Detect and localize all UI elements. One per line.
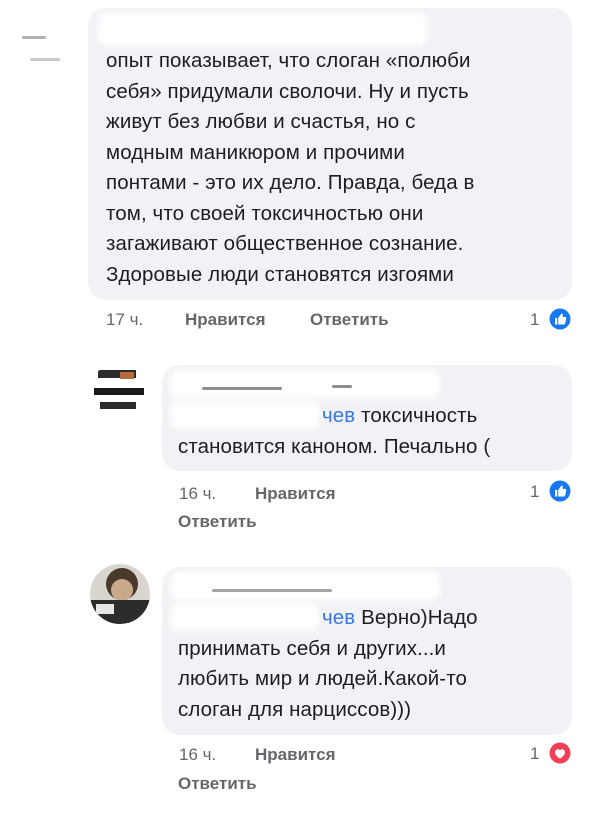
comment-bubble: опыт показывает, что слоган «полюби себя… xyxy=(88,8,572,300)
reply-line: Верно)Надо xyxy=(355,606,478,629)
reaction-count[interactable]: 1 xyxy=(530,744,539,764)
redaction-mark xyxy=(332,385,352,388)
comment-line: живут без любви и счастья, но с xyxy=(106,110,416,133)
reaction-count[interactable]: 1 xyxy=(530,482,539,502)
redacted-author-name xyxy=(170,571,440,601)
comment-line: загаживают общественное сознание. xyxy=(106,232,464,255)
redaction-mark xyxy=(202,387,282,390)
redaction-mark xyxy=(22,36,46,39)
comment-line: модным маникюром и прочими xyxy=(106,140,405,164)
reply-avatar[interactable] xyxy=(90,362,150,422)
redaction-mark xyxy=(30,58,60,61)
redaction-mark xyxy=(212,589,332,592)
reply-button[interactable]: Ответить xyxy=(178,774,257,794)
reply-bubble: чев токсичность становится каноном. Печа… xyxy=(162,365,572,471)
comment-line: опыт показывает, что слоган «полюби xyxy=(106,49,471,72)
like-button[interactable]: Нравится xyxy=(255,484,336,504)
reply-bubble: чев Верно)Надо принимать себя и других..… xyxy=(162,567,572,735)
comment-line: Здоровые люди становятся изгоями xyxy=(106,262,454,286)
comment-line: себя» придумали сволочи. Ну и пусть xyxy=(106,79,469,103)
reply-avatar[interactable] xyxy=(90,564,150,624)
like-button[interactable]: Нравится xyxy=(255,745,336,765)
reply-timestamp[interactable]: 16 ч. xyxy=(179,484,216,504)
like-reaction-icon[interactable] xyxy=(549,308,571,330)
like-button[interactable]: Нравится xyxy=(185,310,266,330)
reply-line: становится каноном. Печально ( xyxy=(178,434,491,458)
reply-line: слоган для нарциссов))) xyxy=(178,697,412,721)
mention-link[interactable]: чев xyxy=(322,606,355,629)
redacted-author-name xyxy=(170,369,440,399)
avatar-image xyxy=(90,362,150,422)
reply-line: любить мир и людей.Какой-то xyxy=(178,667,467,690)
reply-text: чев Верно)Надо принимать себя и других..… xyxy=(178,603,568,725)
redacted-author-avatar xyxy=(14,6,76,64)
mention-link[interactable]: чев xyxy=(322,404,355,427)
avatar-image xyxy=(90,564,150,624)
reply-button[interactable]: Ответить xyxy=(178,512,257,532)
reaction-count[interactable]: 1 xyxy=(530,310,539,330)
comment-line: том, что своей токсичностью они xyxy=(106,201,424,225)
comment-text: опыт показывает, что слоган «полюби себя… xyxy=(106,46,475,290)
love-reaction-icon[interactable] xyxy=(549,742,571,764)
comment-timestamp[interactable]: 17 ч. xyxy=(106,310,143,330)
reply-line: токсичность xyxy=(355,404,478,427)
reply-text: чев токсичность становится каноном. Печа… xyxy=(178,401,568,462)
reply-line: принимать себя и других...и xyxy=(178,636,446,660)
like-reaction-icon[interactable] xyxy=(549,480,571,502)
redacted-author-name xyxy=(98,12,428,46)
reply-button[interactable]: Ответить xyxy=(310,310,389,330)
reply-timestamp[interactable]: 16 ч. xyxy=(179,745,216,765)
comment-line: понтами - это их дело. Правда, беда в xyxy=(106,171,475,194)
